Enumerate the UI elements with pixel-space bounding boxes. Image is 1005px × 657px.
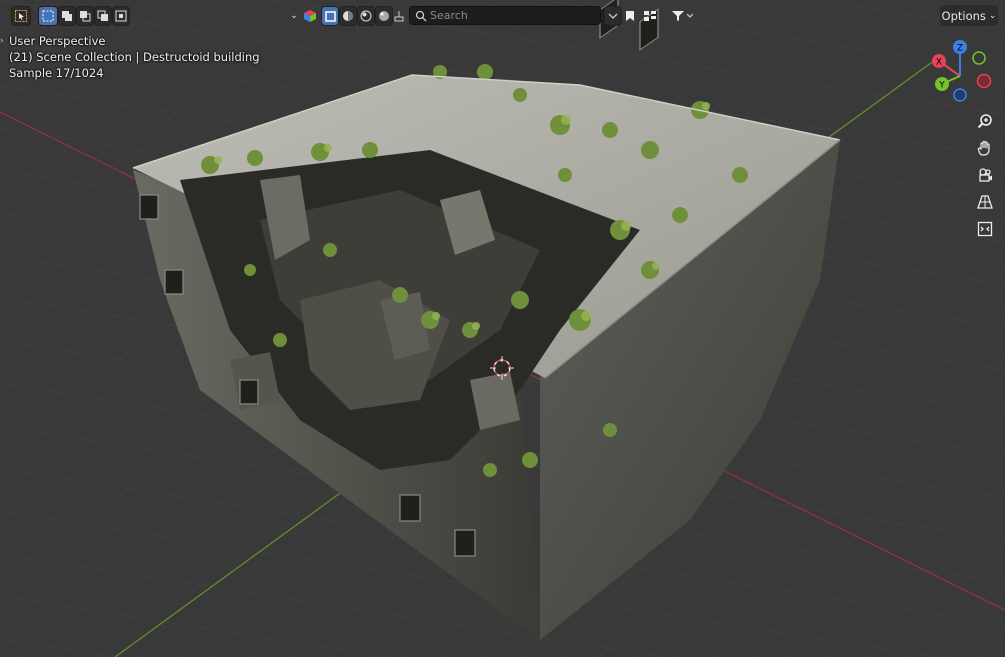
frame-icon — [977, 221, 993, 237]
camera-icon — [979, 168, 992, 182]
3d-viewport[interactable] — [0, 0, 1005, 657]
select-extend-icon — [62, 11, 72, 21]
svg-text:Y: Y — [938, 81, 945, 91]
perspective-toggle-button[interactable] — [972, 189, 998, 215]
color-cube-icon — [304, 10, 316, 22]
chevron-down-icon: ⌄ — [988, 10, 997, 21]
shading-options-button[interactable] — [391, 6, 407, 26]
select-mode-invert-button[interactable] — [94, 6, 112, 26]
select-mode-intersect-button[interactable] — [112, 6, 130, 26]
hand-icon — [977, 140, 990, 156]
navigation-gizmo[interactable]: Z X Y — [928, 38, 996, 108]
shading-wireframe-button[interactable] — [321, 6, 339, 26]
gizmo-toggle-button[interactable] — [301, 6, 319, 26]
select-mode-new-button[interactable] — [38, 6, 58, 26]
search-placeholder: Search — [430, 9, 468, 22]
render-sample-count: Sample 17/1024 — [9, 66, 104, 80]
viewport-info-overlay: User Perspective (21) Scene Collection |… — [9, 33, 260, 81]
hierarchy-button[interactable] — [640, 6, 662, 26]
gizmo-neg-y-axis[interactable] — [972, 51, 986, 65]
svg-text:X: X — [936, 58, 942, 68]
zoom-magnifier-icon — [977, 114, 992, 129]
options-dropdown[interactable]: Options ⌄ — [940, 5, 998, 26]
perspective-grid-icon — [977, 195, 993, 209]
options-label: Options — [941, 8, 986, 23]
select-mode-subtract-button[interactable] — [76, 6, 94, 26]
cursor-select-icon — [15, 10, 27, 22]
gizmo-neg-z-axis[interactable] — [953, 88, 967, 102]
gizmo-neg-x-axis[interactable] — [976, 73, 992, 89]
overlay-dropdown[interactable]: ⌄ — [287, 6, 301, 26]
pan-button[interactable] — [972, 135, 998, 161]
bookmark-button[interactable] — [622, 6, 638, 26]
collection-info: (21) Scene Collection | Destructoid buil… — [9, 50, 260, 64]
search-input[interactable]: Search — [409, 6, 601, 25]
filter-icon — [672, 11, 693, 21]
shading-material-button[interactable] — [357, 6, 375, 26]
camera-view-button[interactable] — [972, 162, 998, 188]
select-tool-button[interactable] — [11, 6, 31, 26]
viewport-header: ⌄ Search Options ⌄ — [0, 0, 1005, 30]
filter-button[interactable] — [668, 6, 696, 26]
box-select-icon — [42, 10, 54, 22]
navigation-toolbar — [972, 108, 998, 243]
solid-shading-icon — [324, 10, 336, 22]
select-subtract-icon — [80, 11, 91, 22]
bookmark-icon — [626, 11, 634, 21]
hierarchy-icon — [644, 11, 656, 21]
shading-solid-button[interactable] — [339, 6, 357, 26]
sphere-render-icon — [379, 11, 389, 21]
rendered-shading-icon — [360, 10, 372, 22]
view-name: User Perspective — [9, 34, 106, 48]
search-icon — [415, 10, 427, 21]
zoom-button[interactable] — [972, 108, 998, 134]
chevron-down-icon — [608, 13, 618, 19]
toolbar-expand-arrow-icon[interactable]: › — [0, 36, 4, 46]
select-intersect-icon — [115, 10, 127, 22]
svg-text:Z: Z — [957, 44, 963, 54]
material-shading-icon — [343, 11, 353, 21]
select-invert-icon — [97, 10, 108, 21]
select-mode-extend-button[interactable] — [58, 6, 76, 26]
chevron-down-icon: ⌄ — [290, 11, 298, 21]
scene-tree-icon — [394, 11, 404, 22]
frame-selected-button[interactable] — [972, 216, 998, 242]
filter-restrict-button[interactable] — [604, 6, 622, 26]
